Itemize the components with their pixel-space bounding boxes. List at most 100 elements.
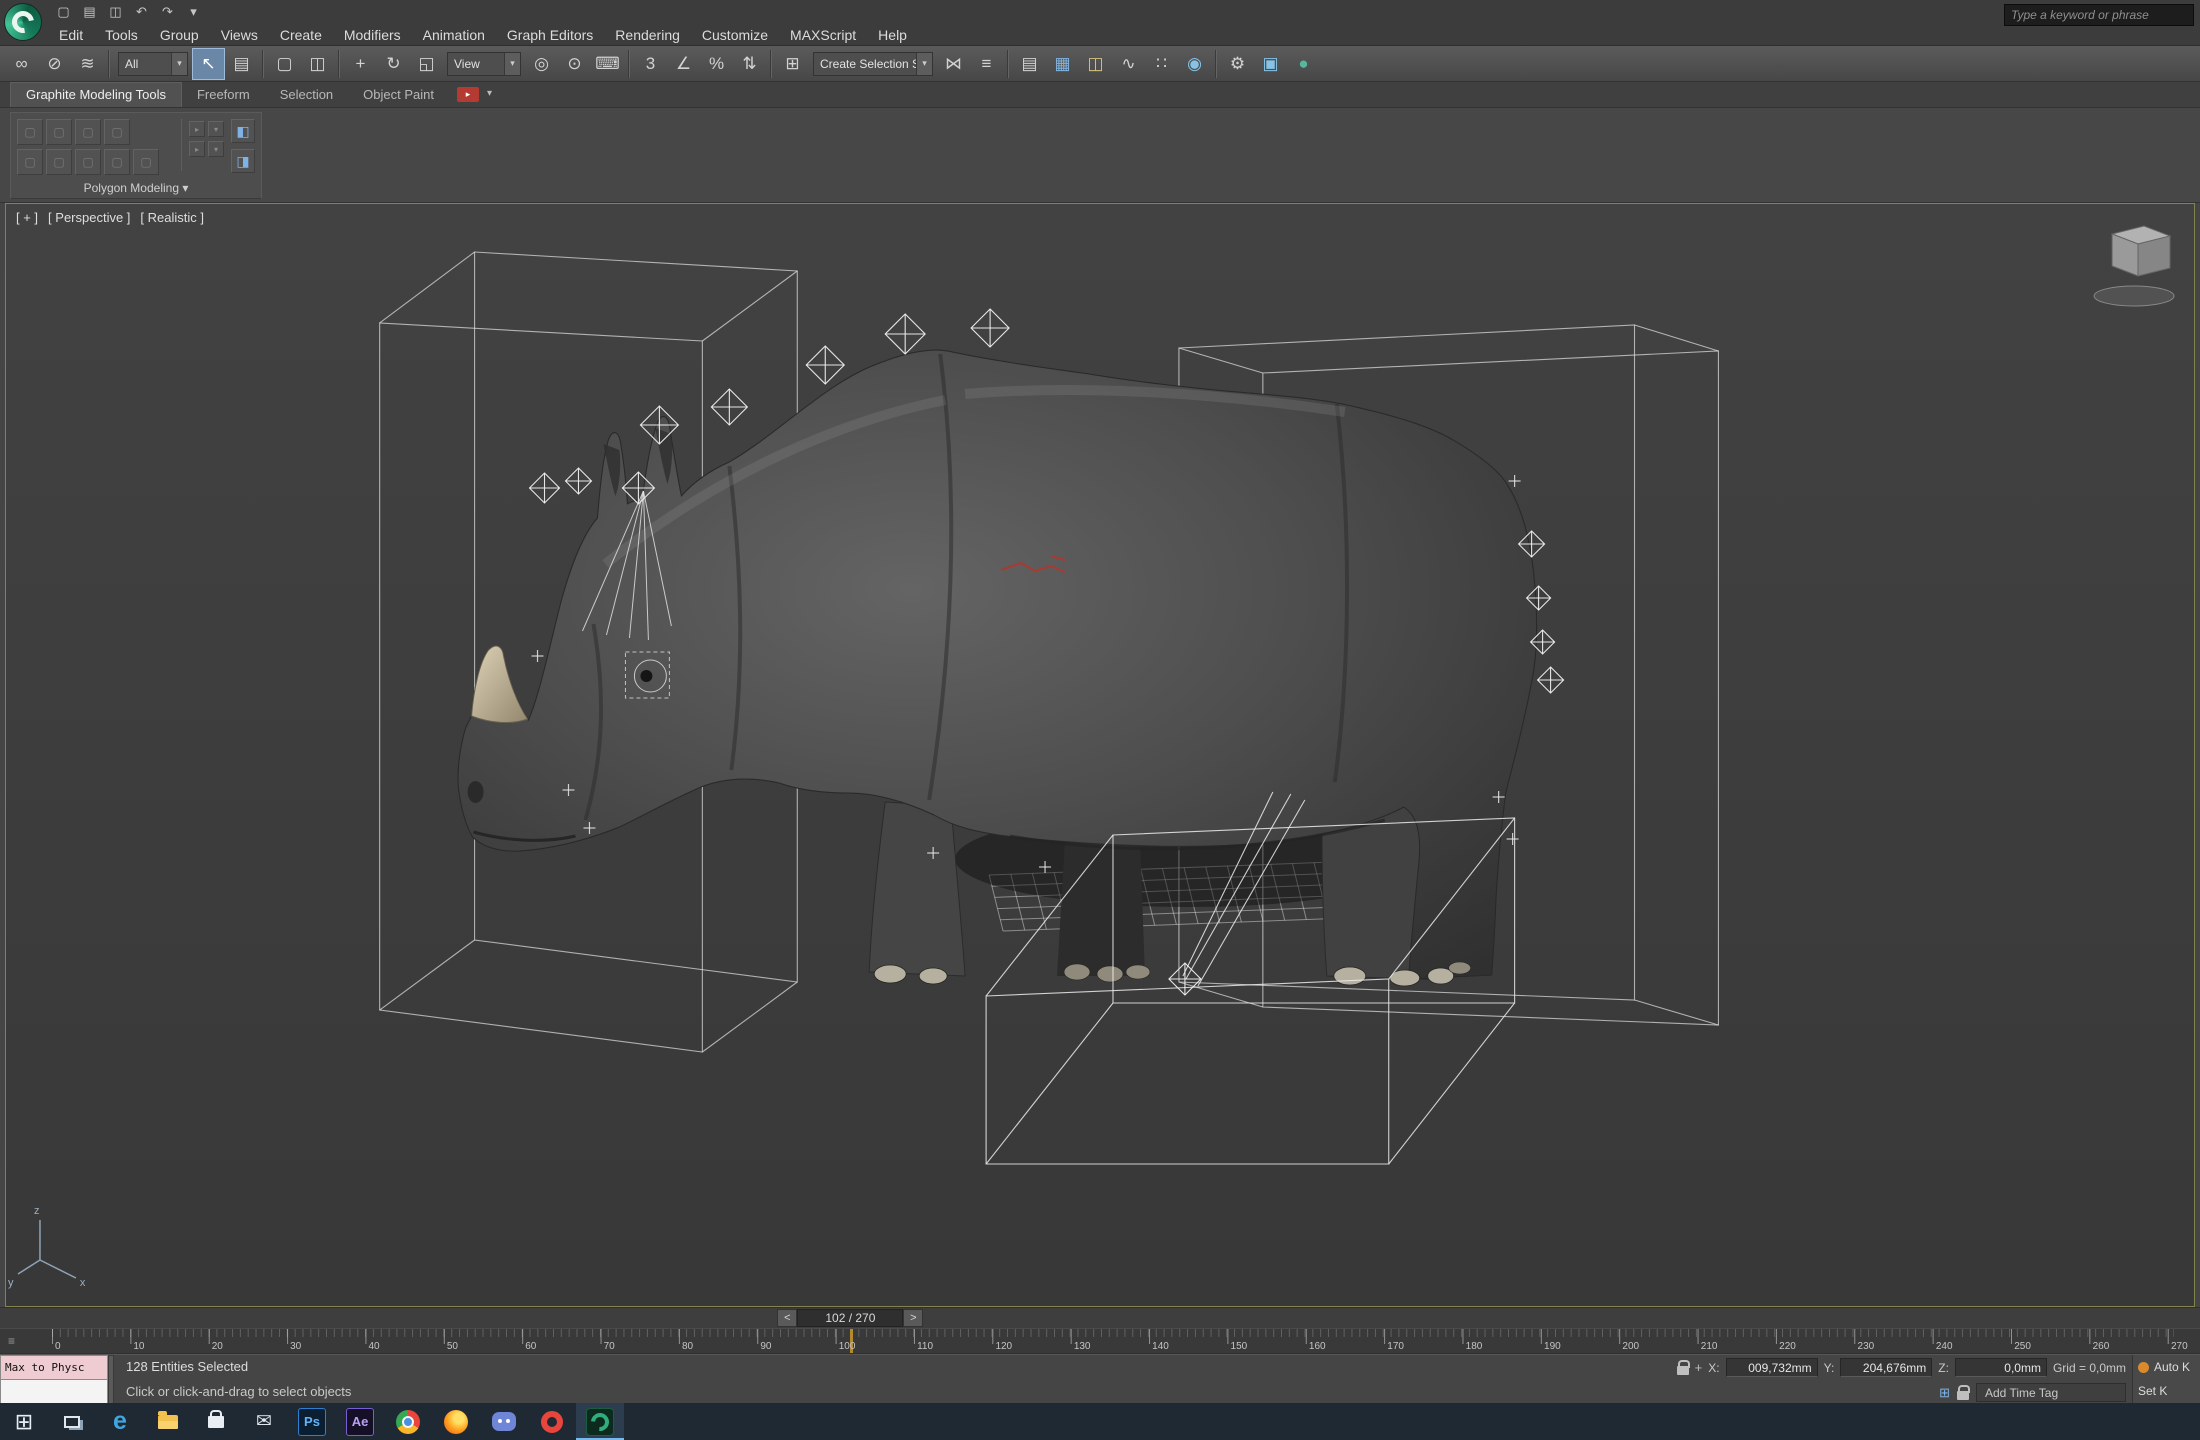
- taskbar-discord-icon[interactable]: [480, 1403, 528, 1440]
- panel-mini-button[interactable]: ▾: [208, 141, 224, 157]
- set-key-button[interactable]: Set K: [2138, 1384, 2167, 1398]
- tab-graphite-modeling-tools[interactable]: Graphite Modeling Tools: [10, 82, 182, 107]
- panel-mini-button[interactable]: ▸: [189, 121, 205, 137]
- menu-create[interactable]: Create: [269, 24, 333, 46]
- menu-modifiers[interactable]: Modifiers: [333, 24, 412, 46]
- selection-lock-icon[interactable]: [1677, 1366, 1689, 1375]
- absolute-mode-icon[interactable]: +: [1695, 1360, 1703, 1375]
- menu-tools[interactable]: Tools: [94, 24, 149, 46]
- open-mini-track-icon[interactable]: ≡: [8, 1334, 15, 1348]
- time-slider-handle[interactable]: < 102 / 270 >: [777, 1309, 923, 1327]
- reference-coordinate-system-dropdown[interactable]: View▾: [447, 52, 521, 76]
- maxscript-mini-listener[interactable]: Max to Physc: [0, 1355, 108, 1404]
- listener-splitter[interactable]: [108, 1355, 114, 1404]
- menu-group[interactable]: Group: [149, 24, 210, 46]
- listener-line-2[interactable]: [0, 1380, 108, 1404]
- taskbar-task-view-icon[interactable]: [48, 1403, 96, 1440]
- edit-named-selection-sets-button[interactable]: ⊞: [776, 48, 809, 80]
- select-by-name-button[interactable]: ▤: [225, 48, 258, 80]
- snaps-toggle-button[interactable]: 3: [634, 48, 667, 80]
- taskbar-chrome-icon[interactable]: [384, 1403, 432, 1440]
- layer-manager-button[interactable]: ▦: [1046, 48, 1079, 80]
- redo-icon[interactable]: ↷: [156, 2, 179, 22]
- perspective-viewport[interactable]: [ + ] [ Perspective ] [ Realistic ]: [5, 203, 2195, 1307]
- rendered-frame-window-button[interactable]: ▣: [1254, 48, 1287, 80]
- polygon-tool-button[interactable]: ▢: [133, 149, 159, 175]
- menu-maxscript[interactable]: MAXScript: [779, 24, 867, 46]
- taskbar-photoshop-icon[interactable]: Ps: [288, 1403, 336, 1440]
- select-and-uniform-scale-button[interactable]: ◱: [410, 48, 443, 80]
- taskbar-after-effects-icon[interactable]: Ae: [336, 1403, 384, 1440]
- polygon-tool-button[interactable]: ▢: [75, 119, 101, 145]
- scene-explorer-button[interactable]: ▤: [1013, 48, 1046, 80]
- polygon-tool-button[interactable]: ▢: [75, 149, 101, 175]
- listener-line-1[interactable]: Max to Physc: [0, 1355, 108, 1380]
- polygon-tool-button[interactable]: ▢: [17, 149, 43, 175]
- mirror-button[interactable]: ⋈: [937, 48, 970, 80]
- use-pivot-point-center-button[interactable]: ◎: [525, 48, 558, 80]
- workspace-menu-icon[interactable]: ▾: [182, 2, 205, 22]
- rhino-model[interactable]: [458, 350, 1536, 986]
- tab-freeform[interactable]: Freeform: [182, 83, 265, 107]
- taskbar-mail-icon[interactable]: ✉: [240, 1403, 288, 1440]
- tab-selection[interactable]: Selection: [265, 83, 348, 107]
- schematic-view-button[interactable]: ∷: [1145, 48, 1178, 80]
- x-coordinate-field[interactable]: 009,732mm: [1726, 1358, 1818, 1377]
- polygon-tool-button[interactable]: ▢: [46, 149, 72, 175]
- rectangular-selection-region-button[interactable]: ▢: [268, 48, 301, 80]
- panel-mini-button[interactable]: ▾: [208, 121, 224, 137]
- graphite-ribbon-toggle-button[interactable]: ◫: [1079, 48, 1112, 80]
- unlink-selection-button[interactable]: ⊘: [38, 48, 71, 80]
- angle-snap-toggle-button[interactable]: ∠: [667, 48, 700, 80]
- taskbar-file-explorer-icon[interactable]: [144, 1403, 192, 1440]
- viewport-canvas[interactable]: z x y: [6, 204, 2194, 1306]
- polygon-modeling-label[interactable]: Polygon Modeling ▾: [11, 181, 261, 195]
- time-tag-icon[interactable]: ⊞: [1939, 1385, 1950, 1401]
- add-time-tag-field[interactable]: Add Time Tag: [1976, 1383, 2126, 1402]
- taskbar-opera-icon[interactable]: [528, 1403, 576, 1440]
- menu-rendering[interactable]: Rendering: [604, 24, 691, 46]
- selection-filter-dropdown[interactable]: All▾: [118, 52, 188, 76]
- chevron-down-icon[interactable]: ▾: [916, 53, 932, 75]
- select-and-move-button[interactable]: +: [344, 48, 377, 80]
- track-bar[interactable]: ≡ 01020304050607080901001101201301401501…: [0, 1328, 2200, 1354]
- percent-snap-toggle-button[interactable]: %: [700, 48, 733, 80]
- 3dsmax-logo[interactable]: [4, 3, 42, 41]
- next-frame-button[interactable]: >: [903, 1309, 923, 1327]
- chevron-down-icon[interactable]: ▾: [171, 53, 187, 75]
- polygon-tool-button[interactable]: ▢: [104, 119, 130, 145]
- render-setup-button[interactable]: ⚙: [1221, 48, 1254, 80]
- menu-animation[interactable]: Animation: [412, 24, 496, 46]
- chevron-down-icon[interactable]: ▾: [504, 53, 520, 75]
- panel-mini-button[interactable]: ▸: [189, 141, 205, 157]
- viewcube[interactable]: [2094, 226, 2174, 306]
- align-button[interactable]: ≡: [970, 48, 1003, 80]
- named-selection-sets-dropdown[interactable]: Create Selection S▾: [813, 52, 933, 76]
- auto-key-button[interactable]: Auto K: [2154, 1360, 2190, 1374]
- render-production-button[interactable]: ●: [1287, 48, 1320, 80]
- viewport-pov-menu[interactable]: [ Perspective ]: [48, 210, 130, 225]
- taskbar-3ds-max-icon[interactable]: [576, 1403, 624, 1440]
- z-coordinate-field[interactable]: 0,0mm: [1955, 1358, 2047, 1377]
- curve-editor-button[interactable]: ∿: [1112, 48, 1145, 80]
- polygon-tool-button[interactable]: ▢: [104, 149, 130, 175]
- save-file-icon[interactable]: ◫: [104, 2, 127, 22]
- menu-customize[interactable]: Customize: [691, 24, 779, 46]
- taskbar-firefox-icon[interactable]: [432, 1403, 480, 1440]
- ribbon-config-icon[interactable]: ▾: [487, 88, 492, 99]
- select-and-link-button[interactable]: ∞: [5, 48, 38, 80]
- taskbar-edge-icon[interactable]: e: [96, 1403, 144, 1440]
- bind-to-space-warp-button[interactable]: ≋: [71, 48, 104, 80]
- menu-help[interactable]: Help: [867, 24, 918, 46]
- viewport-shading-menu[interactable]: [ Realistic ]: [140, 210, 204, 225]
- ribbon-help-video-icon[interactable]: ▸: [457, 87, 479, 102]
- open-file-icon[interactable]: ▤: [78, 2, 101, 22]
- material-editor-button[interactable]: ◉: [1178, 48, 1211, 80]
- spinner-snap-toggle-button[interactable]: ⇅: [733, 48, 766, 80]
- polygon-tool-button[interactable]: ▢: [46, 119, 72, 145]
- search-input[interactable]: [2004, 4, 2194, 26]
- tab-object-paint[interactable]: Object Paint: [348, 83, 449, 107]
- y-coordinate-field[interactable]: 204,676mm: [1840, 1358, 1932, 1377]
- select-and-manipulate-button[interactable]: ⊙: [558, 48, 591, 80]
- keyboard-shortcut-override-button[interactable]: ⌨: [591, 48, 624, 80]
